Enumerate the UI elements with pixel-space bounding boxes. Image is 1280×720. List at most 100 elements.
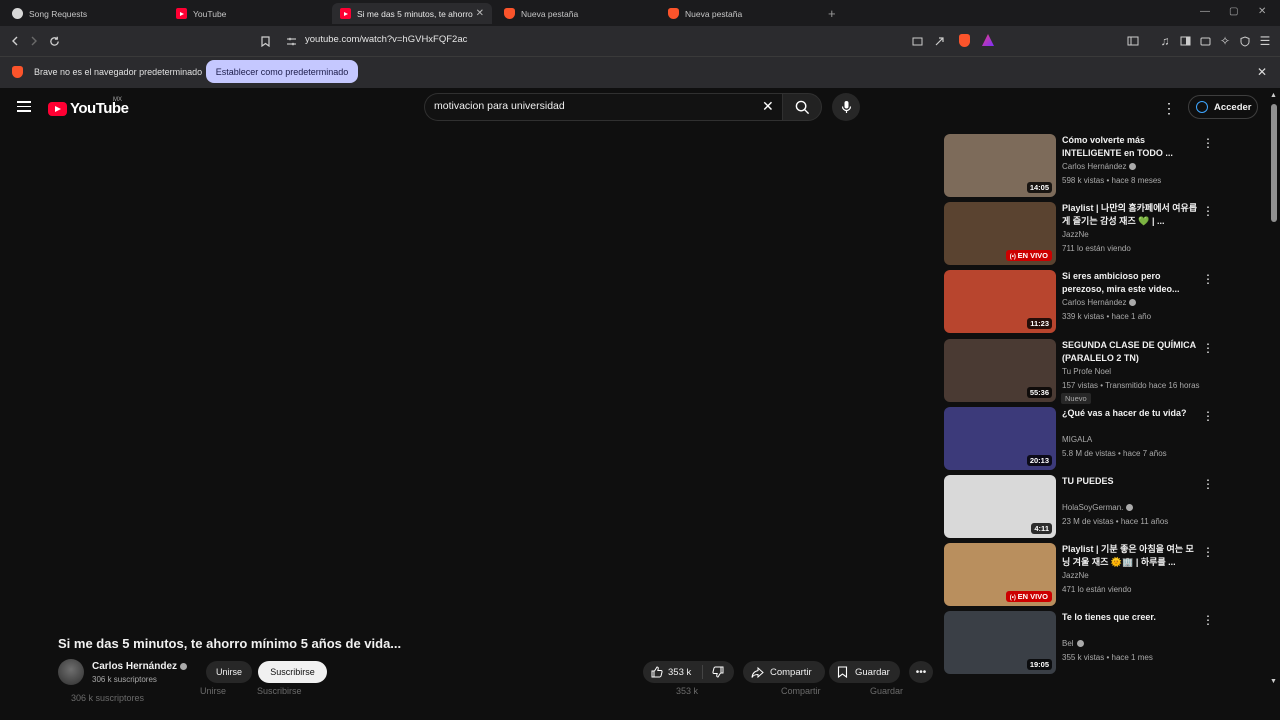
recommendation-title[interactable]: ¿Qué vas a hacer de tu vida? [1062,407,1202,420]
action-menu-icon[interactable]: ⋮ [1202,477,1214,491]
back-icon[interactable] [7,33,23,49]
recommendation-item[interactable]: 11:23 Si eres ambicioso pero perezoso, mi… [944,270,1219,334]
search-query[interactable]: motivacion para universidad [434,100,565,112]
action-menu-icon[interactable]: ⋮ [1202,409,1214,423]
leo-ai-icon[interactable]: ✧ [1217,33,1233,49]
scroll-up-arrow-icon[interactable]: ▲ [1270,92,1277,99]
subscribe-button[interactable]: Suscribirse [258,661,327,683]
recommendation-title[interactable]: SEGUNDA CLASE DE QUÍMICA (PARALELO 2 TN) [1062,339,1202,365]
recommendation-item[interactable]: 20:13 ¿Qué vas a hacer de tu vida? MIGALA 5… [944,407,1219,471]
channel-name[interactable]: Carlos Hernández [92,661,188,672]
thumbs-up-icon [651,666,663,678]
live-badge: EN VIVO [1005,591,1052,602]
forward-icon[interactable] [26,33,42,49]
maximize-button[interactable]: ▢ [1229,6,1238,17]
url-text[interactable]: youtube.com/watch?v=hGVHxFQF2ac [305,34,467,45]
region-code: MX [113,97,122,103]
recommendation-title[interactable]: Si eres ambicioso pero perezoso, mira es… [1062,270,1202,296]
tab-song-requests[interactable]: Song Requests [4,3,164,24]
menu-icon[interactable]: ☰ [1257,33,1273,49]
recommendation-meta: 711 lo están viendo [1062,244,1131,253]
video-thumbnail[interactable]: EN VIVO [944,202,1056,265]
more-actions-button[interactable]: ••• [909,661,933,683]
recommendation-channel[interactable]: MIGALA [1062,435,1092,444]
brave-icon [504,8,515,19]
avatar[interactable] [58,659,84,685]
recommendation-title[interactable]: Te lo tienes que creer. [1062,611,1202,624]
wallet-icon[interactable] [1197,33,1213,49]
dislike-button[interactable] [703,666,733,678]
vpn-icon[interactable] [1237,33,1253,49]
bookmark-icon[interactable] [257,33,273,49]
recommendation-title[interactable]: Cómo volverte más INTELIGENTE en TODO ..… [1062,134,1202,160]
cast-icon[interactable] [909,33,925,49]
video-thumbnail[interactable]: 55:36 [944,339,1056,402]
recommendation-channel[interactable]: JazzNe [1062,230,1089,239]
settings-kebab-icon[interactable]: ⋮ [1162,100,1176,117]
brave-icon [12,66,23,78]
like-button[interactable]: 353 k [643,665,703,679]
recommendation-channel[interactable]: Carlos Hernández [1062,298,1137,307]
reading-list-icon[interactable] [1177,33,1193,49]
set-default-button[interactable]: Establecer como predeterminado [206,60,358,83]
recommendation-title[interactable]: Playlist | 나만의 홈카페에서 여유롭게 즐기는 감성 재즈 💚 | … [1062,202,1202,228]
close-icon[interactable]: ✕ [1257,65,1267,79]
action-menu-icon[interactable]: ⋮ [1202,545,1214,559]
video-thumbnail[interactable]: 4:11 [944,475,1056,538]
video-thumbnail[interactable]: 11:23 [944,270,1056,333]
recommendation-item[interactable]: 19:05 Te lo tienes que creer. Bel 355 k vis… [944,611,1219,675]
reload-icon[interactable] [46,33,62,49]
action-menu-icon[interactable]: ⋮ [1202,613,1214,627]
clear-search-icon[interactable]: ✕ [762,98,774,115]
join-button[interactable]: Unirse [206,661,252,683]
voice-search-button[interactable] [832,93,860,121]
recommendation-title[interactable]: TU PUEDES [1062,475,1202,488]
site-info-icon[interactable] [283,33,299,49]
recommendation-item[interactable]: EN VIVO Playlist | 기분 좋은 아침을 여는 모닝 겨울 재즈 … [944,543,1219,607]
recommendation-channel[interactable]: Bel [1062,639,1084,648]
tab-label: Nueva pestaña [521,8,579,19]
recommendation-item[interactable]: 4:11 TU PUEDES HolaSoyGerman. 23 M de vista… [944,475,1219,539]
close-tab-icon[interactable]: ✕ [476,8,484,19]
sidebar-icon[interactable] [1125,33,1141,49]
infobar-message: Brave no es el navegador predeterminado [34,67,203,77]
recommendation-channel[interactable]: Carlos Hernández [1062,162,1137,171]
action-menu-icon[interactable]: ⋮ [1202,136,1214,150]
share-icon[interactable] [931,33,947,49]
minimize-button[interactable]: — [1200,6,1210,17]
video-thumbnail[interactable]: 19:05 [944,611,1056,674]
new-tab-button[interactable]: + [828,6,836,21]
video-thumbnail[interactable]: 14:05 [944,134,1056,197]
youtube-icon [340,8,351,19]
action-menu-icon[interactable]: ⋮ [1202,272,1214,286]
recommendation-channel[interactable]: Tu Profe Noel [1062,367,1111,376]
recommendation-channel[interactable]: JazzNe [1062,571,1089,580]
like-dislike-group: 353 k [643,661,734,683]
tab-current-video[interactable]: Si me das 5 minutos, te ahorro mínimo 5 … [332,3,492,24]
action-menu-icon[interactable]: ⋮ [1202,204,1214,218]
recommendation-meta: 471 lo están viendo [1062,585,1132,594]
recommendation-item[interactable]: 55:36 SEGUNDA CLASE DE QUÍMICA (PARALELO … [944,339,1219,404]
brave-rewards-icon[interactable] [980,32,996,48]
sign-in-button[interactable]: Acceder [1188,95,1258,119]
recommendation-title[interactable]: Playlist | 기분 좋은 아침을 여는 모닝 겨울 재즈 🌞🏢 | 하루… [1062,543,1202,569]
recommendation-item[interactable]: EN VIVO Playlist | 나만의 홈카페에서 여유롭게 즐기는 감성 … [944,202,1219,266]
action-menu-icon[interactable]: ⋮ [1202,341,1214,355]
tab-new-tab-2[interactable]: Nueva pestaña [660,3,820,24]
search-button[interactable] [782,93,822,121]
ghost-join-label: Unirse [200,686,227,696]
close-window-button[interactable]: ✕ [1258,6,1266,17]
media-icon[interactable]: ♫ [1157,33,1173,49]
video-thumbnail[interactable]: EN VIVO [944,543,1056,606]
video-thumbnail[interactable]: 20:13 [944,407,1056,470]
save-button[interactable]: Guardar [829,661,900,683]
scrollbar-thumb[interactable] [1271,104,1277,222]
recommendation-channel[interactable]: HolaSoyGerman. [1062,503,1134,512]
brave-shields-icon[interactable] [956,32,972,48]
guide-menu-icon[interactable] [17,101,31,112]
tab-new-tab-1[interactable]: Nueva pestaña [496,3,656,24]
tab-youtube[interactable]: YouTube [168,3,328,24]
recommendation-item[interactable]: 14:05 Cómo volverte más INTELIGENTE en TO… [944,134,1219,198]
scroll-down-arrow-icon[interactable]: ▼ [1270,678,1277,685]
share-button[interactable]: Compartir [743,661,825,683]
